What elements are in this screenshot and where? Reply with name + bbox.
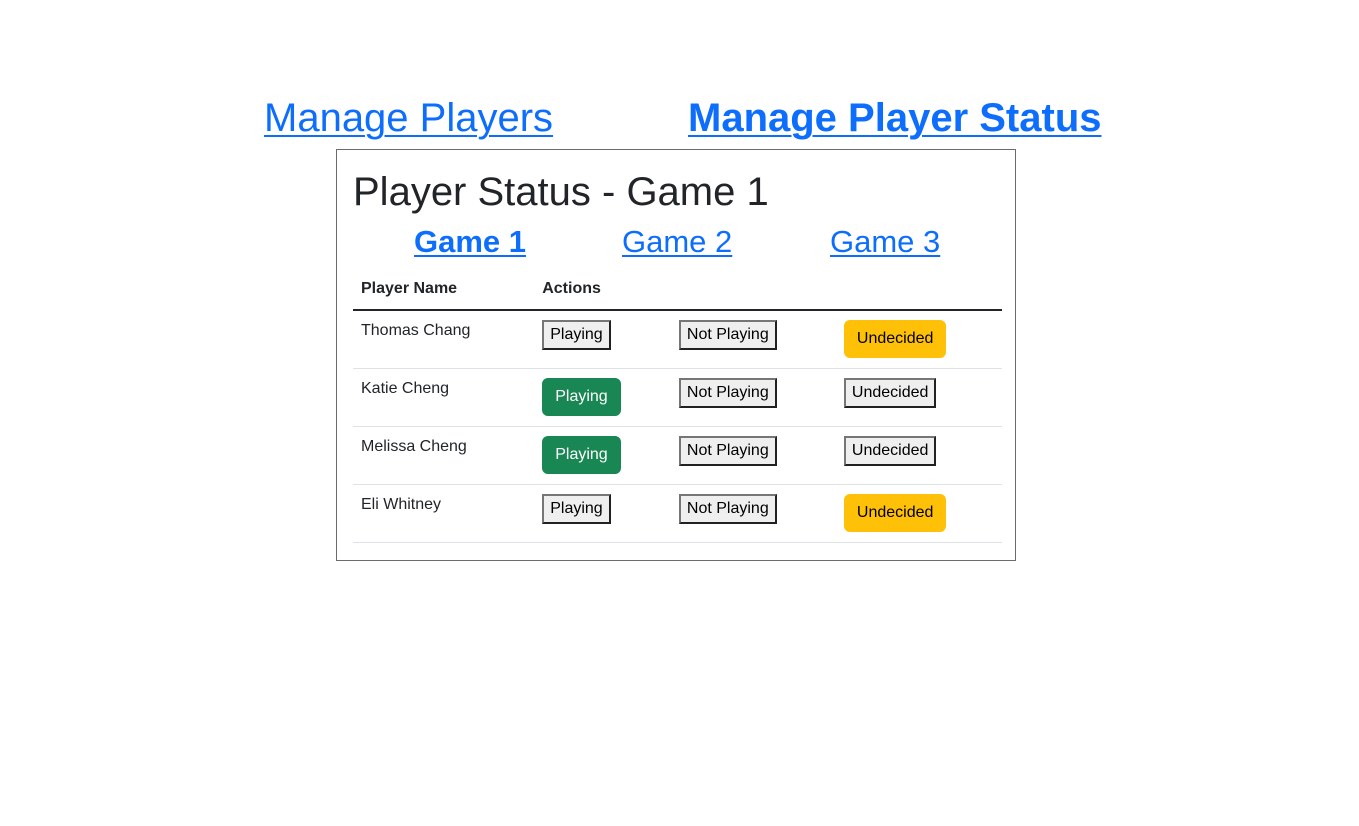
table-row: Eli Whitney Playing Not Playing Undecided	[353, 484, 1002, 543]
action-cell: Playing	[534, 368, 671, 427]
column-header-actions: Actions	[534, 274, 671, 311]
action-cell: Not Playing	[670, 368, 836, 427]
playing-button[interactable]: Playing	[542, 436, 621, 474]
action-cell: Undecided	[835, 426, 1002, 485]
action-cell: Undecided	[835, 368, 1002, 427]
undecided-button[interactable]: Undecided	[843, 378, 937, 408]
action-cell: Not Playing	[670, 426, 836, 485]
not-playing-button[interactable]: Not Playing	[678, 494, 777, 524]
action-cell: Playing	[534, 484, 671, 543]
table-row: Thomas Chang Playing Not Playing Undecided	[353, 310, 1002, 369]
player-name: Melissa Cheng	[353, 426, 535, 485]
action-cell: Undecided	[835, 484, 1002, 543]
manage-players-link[interactable]: Manage Players	[264, 94, 553, 142]
player-name: Eli Whitney	[353, 484, 535, 543]
action-cell: Playing	[534, 310, 671, 369]
column-header-player-name: Player Name	[353, 274, 535, 311]
playing-button[interactable]: Playing	[542, 320, 611, 350]
undecided-button[interactable]: Undecided	[843, 320, 947, 358]
tab-game-2[interactable]: Game 2	[622, 222, 732, 262]
tab-game-1[interactable]: Game 1	[414, 222, 526, 262]
playing-button[interactable]: Playing	[542, 378, 621, 416]
player-name: Thomas Chang	[353, 310, 535, 369]
table-body: Thomas Chang Playing Not Playing Undecided K…	[353, 310, 1002, 543]
table-row: Katie Cheng Playing Not Playing Undecided	[353, 368, 1002, 427]
action-cell: Not Playing	[670, 484, 836, 543]
tab-game-3[interactable]: Game 3	[830, 222, 940, 262]
action-cell: Not Playing	[670, 310, 836, 369]
table-header-row: Player Name Actions	[353, 274, 1002, 311]
not-playing-button[interactable]: Not Playing	[678, 320, 777, 350]
game-tabs: Game 1 Game 2 Game 3	[353, 222, 1002, 262]
player-name: Katie Cheng	[353, 368, 535, 427]
action-cell: Playing	[534, 426, 671, 485]
playing-button[interactable]: Playing	[542, 494, 611, 524]
action-cell: Undecided	[835, 310, 1002, 369]
page-title: Player Status - Game 1	[353, 170, 769, 214]
column-header-blank	[670, 274, 836, 311]
manage-player-status-link[interactable]: Manage Player Status	[688, 94, 1102, 142]
undecided-button[interactable]: Undecided	[843, 436, 937, 466]
top-nav: Manage Players Manage Player Status	[0, 94, 1359, 144]
table-row: Melissa Cheng Playing Not Playing Undecided	[353, 426, 1002, 485]
not-playing-button[interactable]: Not Playing	[678, 378, 777, 408]
not-playing-button[interactable]: Not Playing	[678, 436, 777, 466]
undecided-button[interactable]: Undecided	[843, 494, 947, 532]
player-status-panel: Player Status - Game 1 Game 1 Game 2 Gam…	[336, 149, 1016, 561]
player-status-table: Player Name Actions Thomas Chang Playing N…	[353, 274, 1002, 543]
column-header-blank	[835, 274, 1002, 311]
